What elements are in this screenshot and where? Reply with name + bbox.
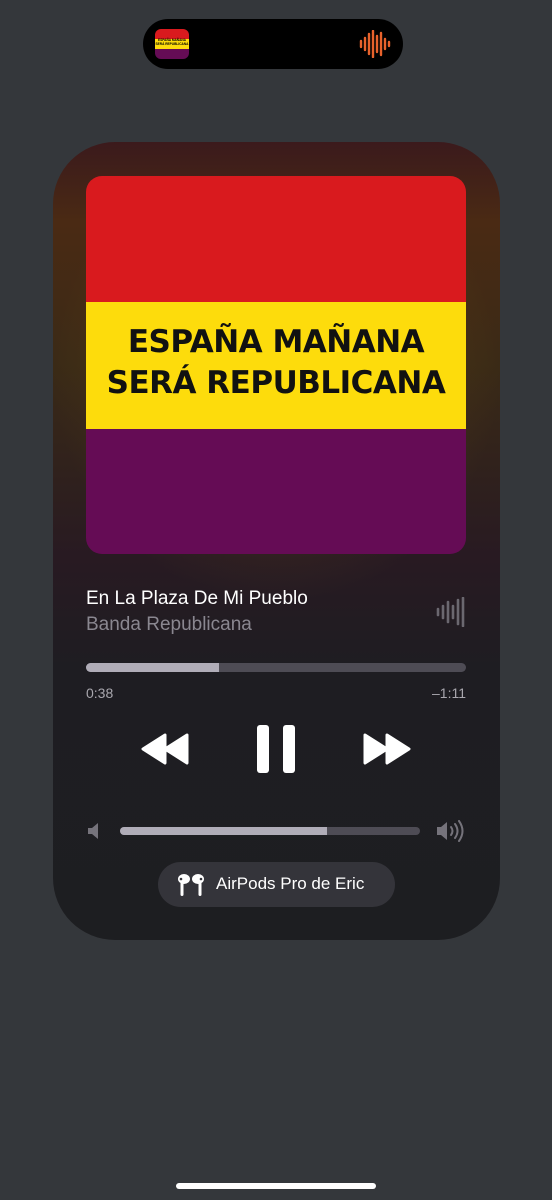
airpods-icon [178, 874, 204, 896]
dynamic-island[interactable]: ESPAÑA MAÑANA SERÁ REPUBLICANA [143, 19, 403, 69]
pause-icon[interactable] [257, 725, 295, 773]
artwork-purple-band [86, 429, 466, 554]
album-artwork[interactable]: ESPAÑA MAÑANA SERÁ REPUBLICANA [86, 176, 466, 554]
fast-forward-icon[interactable] [361, 731, 413, 767]
artwork-line1: ESPAÑA MAÑANA [127, 324, 425, 360]
home-indicator[interactable] [176, 1183, 376, 1189]
artist-name[interactable]: Banda Republicana [86, 614, 252, 636]
remaining-time: –1:11 [432, 685, 466, 701]
song-title[interactable]: En La Plaza De Mi Pueblo [86, 588, 308, 610]
elapsed-time: 0:38 [86, 685, 114, 701]
volume-slider[interactable] [120, 827, 420, 835]
artwork-title: ESPAÑA MAÑANA SERÁ REPUBLICANA [86, 322, 466, 404]
artwork-red-band [86, 176, 466, 302]
island-album-art: ESPAÑA MAÑANA SERÁ REPUBLICANA [155, 29, 189, 59]
scrubber-fill [86, 663, 219, 672]
audio-waveform-icon [436, 597, 465, 627]
island-art-line2: SERÁ REPUBLICANA [155, 41, 189, 46]
volume-fill [120, 827, 327, 835]
output-device-label: AirPods Pro de Eric [216, 874, 365, 893]
playback-scrubber[interactable] [86, 663, 466, 672]
waveform-icon [359, 30, 391, 58]
now-playing-card: ESPAÑA MAÑANA SERÁ REPUBLICANA En La Pla… [53, 142, 500, 940]
volume-high-icon [437, 820, 464, 842]
audio-output-button[interactable]: AirPods Pro de Eric [158, 862, 395, 907]
artwork-line2: SERÁ REPUBLICANA [106, 365, 446, 401]
rewind-icon[interactable] [139, 731, 191, 767]
volume-low-icon [88, 823, 98, 839]
